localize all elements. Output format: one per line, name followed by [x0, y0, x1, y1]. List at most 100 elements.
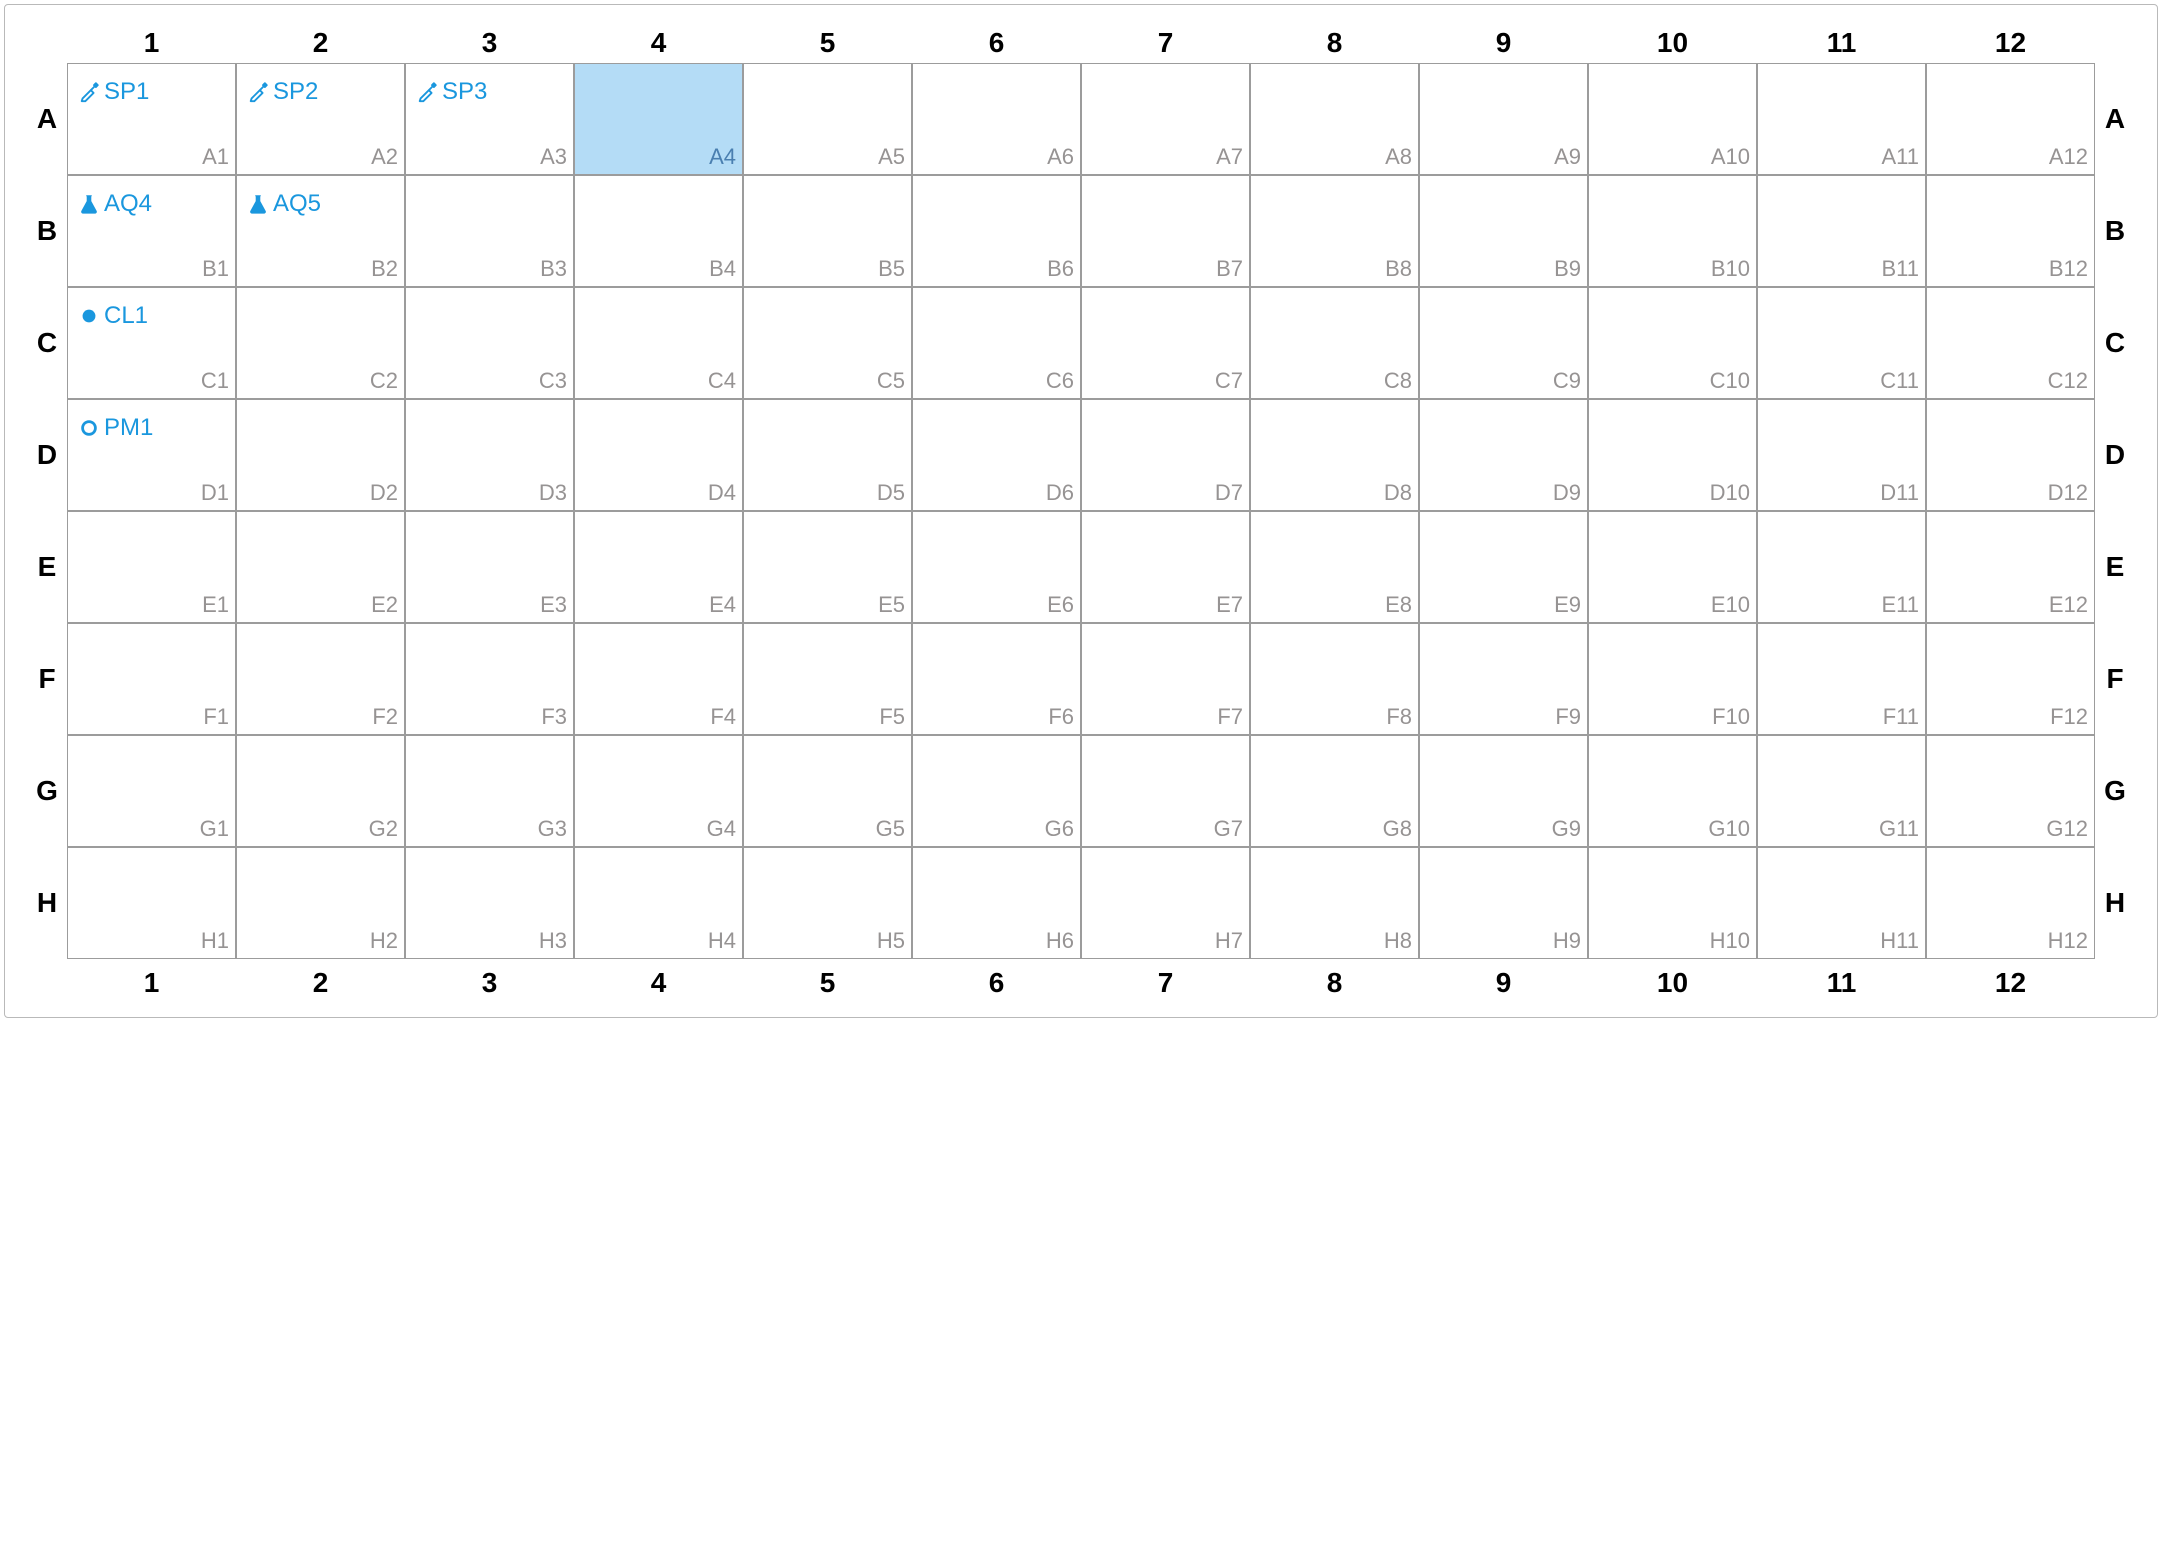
row-header[interactable]: G: [27, 735, 67, 847]
row-header[interactable]: D: [27, 399, 67, 511]
sample-badge[interactable]: AQ4: [78, 192, 152, 216]
well-G7[interactable]: G7: [1081, 735, 1250, 847]
col-header[interactable]: 3: [405, 959, 574, 1003]
col-header[interactable]: 8: [1250, 959, 1419, 1003]
well-G9[interactable]: G9: [1419, 735, 1588, 847]
col-header[interactable]: 7: [1081, 23, 1250, 63]
col-header[interactable]: 10: [1588, 23, 1757, 63]
well-F8[interactable]: F8: [1250, 623, 1419, 735]
well-B2[interactable]: B2AQ5: [236, 175, 405, 287]
sample-badge[interactable]: PM1: [78, 416, 153, 440]
well-B3[interactable]: B3: [405, 175, 574, 287]
row-header[interactable]: F: [27, 623, 67, 735]
col-header[interactable]: 1: [67, 959, 236, 1003]
well-D6[interactable]: D6: [912, 399, 1081, 511]
well-D3[interactable]: D3: [405, 399, 574, 511]
well-E4[interactable]: E4: [574, 511, 743, 623]
col-header[interactable]: 9: [1419, 959, 1588, 1003]
well-D10[interactable]: D10: [1588, 399, 1757, 511]
well-A3[interactable]: A3SP3: [405, 63, 574, 175]
well-G2[interactable]: G2: [236, 735, 405, 847]
well-F2[interactable]: F2: [236, 623, 405, 735]
col-header[interactable]: 1: [67, 23, 236, 63]
well-G6[interactable]: G6: [912, 735, 1081, 847]
well-F5[interactable]: F5: [743, 623, 912, 735]
well-F4[interactable]: F4: [574, 623, 743, 735]
col-header[interactable]: 3: [405, 23, 574, 63]
col-header[interactable]: 12: [1926, 23, 2095, 63]
well-F3[interactable]: F3: [405, 623, 574, 735]
well-H6[interactable]: H6: [912, 847, 1081, 959]
sample-badge[interactable]: CL1: [78, 304, 148, 328]
well-H10[interactable]: H10: [1588, 847, 1757, 959]
row-header[interactable]: D: [2095, 399, 2135, 511]
sample-badge[interactable]: SP1: [78, 80, 149, 104]
row-header[interactable]: C: [27, 287, 67, 399]
well-C11[interactable]: C11: [1757, 287, 1926, 399]
col-header[interactable]: 11: [1757, 959, 1926, 1003]
well-F10[interactable]: F10: [1588, 623, 1757, 735]
row-header[interactable]: E: [27, 511, 67, 623]
col-header[interactable]: 11: [1757, 23, 1926, 63]
well-G3[interactable]: G3: [405, 735, 574, 847]
col-header[interactable]: 5: [743, 959, 912, 1003]
well-H9[interactable]: H9: [1419, 847, 1588, 959]
row-header[interactable]: B: [2095, 175, 2135, 287]
col-header[interactable]: 6: [912, 23, 1081, 63]
well-C12[interactable]: C12: [1926, 287, 2095, 399]
col-header[interactable]: 12: [1926, 959, 2095, 1003]
well-H12[interactable]: H12: [1926, 847, 2095, 959]
row-header[interactable]: E: [2095, 511, 2135, 623]
col-header[interactable]: 4: [574, 959, 743, 1003]
row-header[interactable]: C: [2095, 287, 2135, 399]
col-header[interactable]: 8: [1250, 23, 1419, 63]
well-H7[interactable]: H7: [1081, 847, 1250, 959]
row-header[interactable]: G: [2095, 735, 2135, 847]
well-E11[interactable]: E11: [1757, 511, 1926, 623]
well-H2[interactable]: H2: [236, 847, 405, 959]
well-D12[interactable]: D12: [1926, 399, 2095, 511]
well-H5[interactable]: H5: [743, 847, 912, 959]
well-G12[interactable]: G12: [1926, 735, 2095, 847]
sample-badge[interactable]: AQ5: [247, 192, 321, 216]
well-H3[interactable]: H3: [405, 847, 574, 959]
well-D5[interactable]: D5: [743, 399, 912, 511]
col-header[interactable]: 10: [1588, 959, 1757, 1003]
well-E8[interactable]: E8: [1250, 511, 1419, 623]
well-H1[interactable]: H1: [67, 847, 236, 959]
well-H11[interactable]: H11: [1757, 847, 1926, 959]
well-A1[interactable]: A1SP1: [67, 63, 236, 175]
row-header[interactable]: F: [2095, 623, 2135, 735]
well-C3[interactable]: C3: [405, 287, 574, 399]
well-A9[interactable]: A9: [1419, 63, 1588, 175]
well-F11[interactable]: F11: [1757, 623, 1926, 735]
well-A10[interactable]: A10: [1588, 63, 1757, 175]
well-H8[interactable]: H8: [1250, 847, 1419, 959]
well-C10[interactable]: C10: [1588, 287, 1757, 399]
well-A5[interactable]: A5: [743, 63, 912, 175]
well-G4[interactable]: G4: [574, 735, 743, 847]
col-header[interactable]: 4: [574, 23, 743, 63]
well-B5[interactable]: B5: [743, 175, 912, 287]
well-C7[interactable]: C7: [1081, 287, 1250, 399]
row-header[interactable]: H: [2095, 847, 2135, 959]
well-E7[interactable]: E7: [1081, 511, 1250, 623]
well-F1[interactable]: F1: [67, 623, 236, 735]
col-header[interactable]: 2: [236, 959, 405, 1003]
well-C1[interactable]: C1CL1: [67, 287, 236, 399]
well-E5[interactable]: E5: [743, 511, 912, 623]
well-D2[interactable]: D2: [236, 399, 405, 511]
well-F9[interactable]: F9: [1419, 623, 1588, 735]
well-C5[interactable]: C5: [743, 287, 912, 399]
well-D11[interactable]: D11: [1757, 399, 1926, 511]
well-A12[interactable]: A12: [1926, 63, 2095, 175]
well-C2[interactable]: C2: [236, 287, 405, 399]
row-header[interactable]: H: [27, 847, 67, 959]
well-E1[interactable]: E1: [67, 511, 236, 623]
well-G11[interactable]: G11: [1757, 735, 1926, 847]
well-F6[interactable]: F6: [912, 623, 1081, 735]
well-G1[interactable]: G1: [67, 735, 236, 847]
well-D8[interactable]: D8: [1250, 399, 1419, 511]
well-B9[interactable]: B9: [1419, 175, 1588, 287]
well-D7[interactable]: D7: [1081, 399, 1250, 511]
